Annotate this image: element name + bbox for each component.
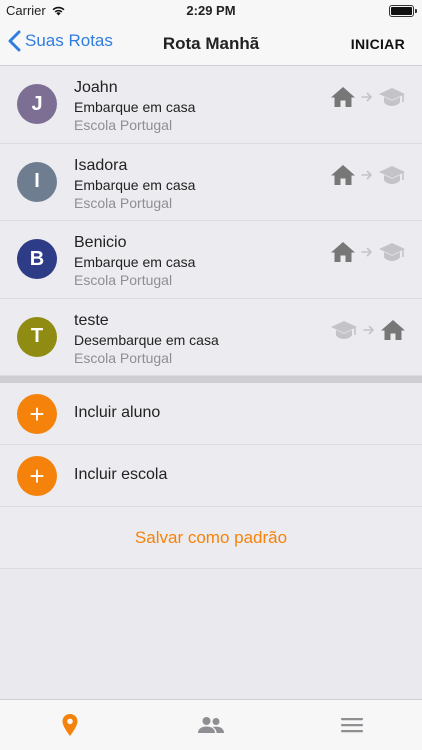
graduation-cap-icon: [379, 243, 405, 261]
plus-icon: +: [17, 456, 57, 496]
avatar: I: [17, 161, 57, 202]
route-direction: [330, 319, 406, 341]
battery-icon: [389, 5, 417, 17]
tab-bar: [0, 699, 422, 750]
save-default-row: Salvar como padrão: [0, 507, 422, 569]
start-button[interactable]: INICIAR: [351, 36, 405, 52]
avatar: B: [17, 239, 57, 279]
graduation-cap-icon: [379, 88, 405, 106]
student-list: J Joahn Embarque em casa Escola Portugal…: [0, 66, 422, 376]
save-default-button[interactable]: Salvar como padrão: [135, 528, 287, 548]
plus-icon: +: [17, 394, 57, 434]
student-action: Desembarque em casa: [74, 331, 219, 348]
graduation-cap-icon: [379, 165, 405, 184]
student-info: Joahn Embarque em casa Escola Portugal: [74, 78, 195, 134]
people-icon: [198, 717, 224, 733]
back-button[interactable]: Suas Rotas: [8, 30, 113, 52]
arrow-right-icon: [363, 325, 374, 334]
student-action: Embarque em casa: [74, 254, 196, 270]
student-row[interactable]: T teste Desembarque em casa Escola Portu…: [0, 298, 422, 376]
student-school: Escola Portugal: [74, 272, 173, 288]
student-info: Benicio Embarque em casa Escola Portugal: [74, 233, 195, 289]
menu-icon: [341, 718, 363, 733]
home-icon: [331, 164, 355, 185]
tab-route[interactable]: [0, 700, 140, 750]
student-name: teste: [74, 311, 109, 329]
add-school-label: Incluir escola: [74, 466, 168, 483]
student-row[interactable]: J Joahn Embarque em casa Escola Portugal: [0, 66, 422, 144]
student-name: Joahn: [74, 79, 118, 96]
arrow-right-icon: [361, 170, 372, 179]
student-name: Benicio: [74, 234, 127, 251]
route-direction: [330, 164, 406, 186]
add-student-label: Incluir aluno: [74, 404, 161, 421]
student-name: Isadora: [74, 156, 128, 174]
student-school: Escola Portugal: [74, 117, 173, 133]
student-action: Embarque em casa: [74, 176, 196, 193]
student-info: teste Desembarque em casa Escola Portuga…: [74, 311, 219, 367]
route-content: J Joahn Embarque em casa Escola Portugal…: [0, 66, 422, 699]
route-direction: [330, 86, 406, 108]
status-bar: Carrier 2:29 PM: [0, 0, 422, 22]
student-school: Escola Portugal: [74, 349, 173, 366]
home-icon: [331, 87, 355, 107]
student-row[interactable]: B Benicio Embarque em casa Escola Portug…: [0, 221, 422, 299]
avatar: T: [17, 316, 57, 357]
add-school-button[interactable]: + Incluir escola: [0, 445, 422, 507]
avatar: J: [17, 84, 57, 124]
add-student-button[interactable]: + Incluir aluno: [0, 383, 422, 445]
back-label: Suas Rotas: [25, 31, 113, 50]
tab-students[interactable]: [141, 700, 281, 750]
location-pin-icon: [62, 714, 78, 736]
graduation-cap-icon: [331, 320, 357, 339]
home-icon: [381, 319, 405, 340]
chevron-left-icon: [8, 30, 21, 52]
section-divider: [0, 376, 422, 383]
student-row[interactable]: I Isadora Embarque em casa Escola Portug…: [0, 143, 422, 221]
navigation-bar: Suas Rotas Rota Manhã INICIAR: [0, 22, 422, 66]
student-action: Embarque em casa: [74, 99, 196, 115]
student-info: Isadora Embarque em casa Escola Portugal: [74, 156, 195, 212]
home-icon: [331, 242, 355, 262]
student-school: Escola Portugal: [74, 194, 173, 211]
arrow-right-icon: [361, 92, 372, 102]
status-time: 2:29 PM: [186, 3, 236, 18]
arrow-right-icon: [361, 247, 372, 257]
route-direction: [330, 241, 406, 263]
tab-menu[interactable]: [282, 700, 422, 750]
